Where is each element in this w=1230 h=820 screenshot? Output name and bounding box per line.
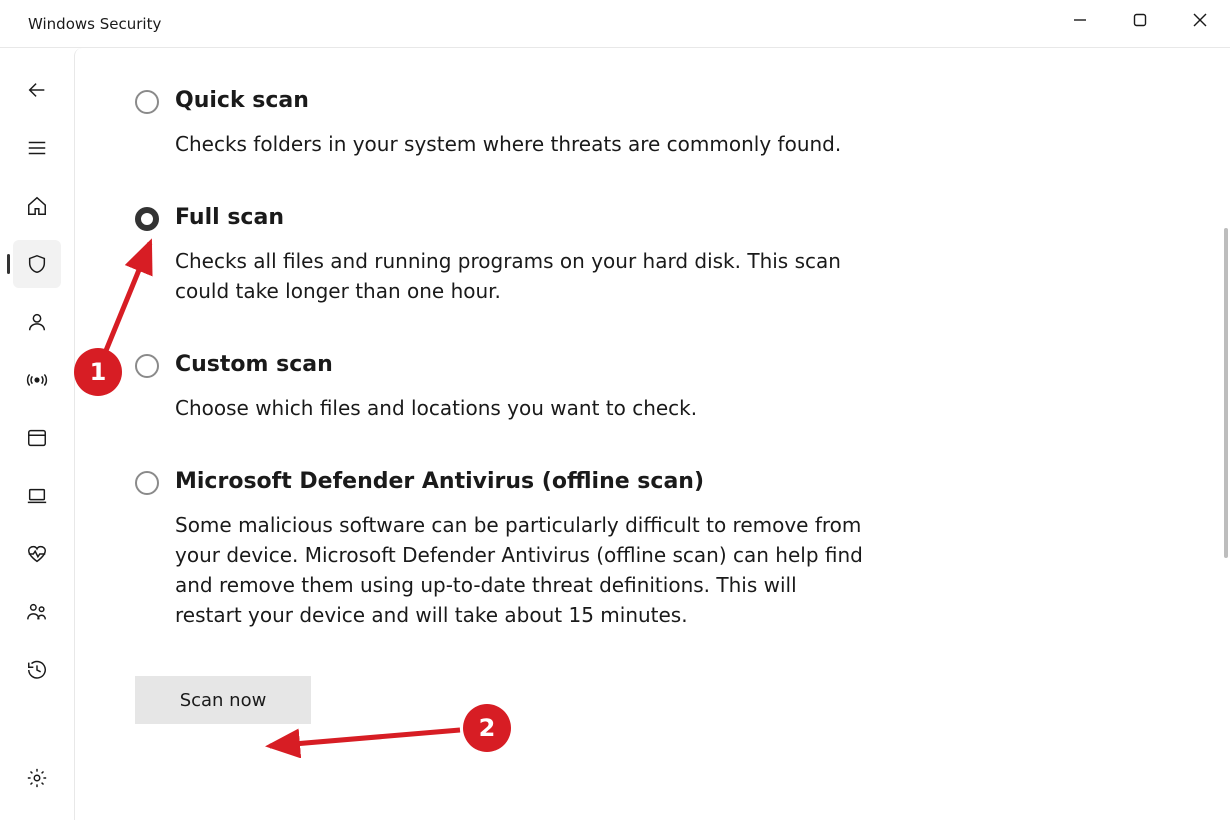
sidebar: [0, 48, 74, 820]
antenna-icon: [26, 369, 48, 391]
sidebar-item-virus-threat-protection[interactable]: [13, 240, 61, 288]
scan-option-title: Microsoft Defender Antivirus (offline sc…: [175, 469, 865, 494]
sidebar-item-home[interactable]: [13, 182, 61, 230]
scan-option-title: Full scan: [175, 205, 865, 230]
scan-option-custom[interactable]: Custom scan Choose which files and locat…: [135, 352, 865, 423]
scan-options: Quick scan Checks folders in your system…: [75, 48, 865, 724]
annotation-badge-1: 1: [74, 348, 122, 396]
history-icon: [26, 659, 48, 681]
scan-option-description: Checks folders in your system where thre…: [175, 129, 865, 159]
close-button[interactable]: [1170, 0, 1230, 40]
heart-icon: [26, 543, 48, 565]
sidebar-item-protection-history[interactable]: [13, 646, 61, 694]
sidebar-item-device-performance-health[interactable]: [13, 530, 61, 578]
sidebar-item-account-protection[interactable]: [13, 298, 61, 346]
scan-option-full[interactable]: Full scan Checks all files and running p…: [135, 205, 865, 306]
scan-option-description: Checks all files and running programs on…: [175, 246, 865, 306]
radio-quick-scan[interactable]: [135, 90, 159, 114]
scan-option-description: Choose which files and locations you wan…: [175, 393, 865, 423]
menu-button[interactable]: [13, 124, 61, 172]
title-bar: Windows Security: [0, 0, 1230, 48]
window-title: Windows Security: [28, 15, 161, 33]
scan-option-description: Some malicious software can be particula…: [175, 510, 865, 630]
scan-option-offline[interactable]: Microsoft Defender Antivirus (offline sc…: [135, 469, 865, 630]
back-button[interactable]: [13, 66, 61, 114]
scan-now-button[interactable]: Scan now: [135, 676, 311, 724]
window-icon: [26, 427, 48, 449]
minimize-button[interactable]: [1050, 0, 1110, 40]
shield-icon: [26, 253, 48, 275]
laptop-icon: [26, 485, 48, 507]
app-body: Quick scan Checks folders in your system…: [0, 48, 1230, 820]
sidebar-item-app-browser-control[interactable]: [13, 414, 61, 462]
arrow-left-icon: [26, 79, 48, 101]
hamburger-icon: [26, 137, 48, 159]
annotation-arrow-1: [95, 223, 175, 363]
sidebar-item-device-security[interactable]: [13, 472, 61, 520]
sidebar-item-firewall-network-protection[interactable]: [13, 356, 61, 404]
maximize-button[interactable]: [1110, 0, 1170, 40]
scrollbar[interactable]: [1224, 228, 1228, 558]
family-icon: [26, 601, 48, 623]
person-icon: [26, 311, 48, 333]
annotation-arrow-2: [255, 718, 475, 758]
window-controls: [1050, 0, 1230, 47]
annotation-badge-2: 2: [463, 704, 511, 752]
content-panel: Quick scan Checks folders in your system…: [74, 48, 1230, 820]
sidebar-item-family-options[interactable]: [13, 588, 61, 636]
scan-option-quick[interactable]: Quick scan Checks folders in your system…: [135, 88, 865, 159]
gear-icon: [26, 767, 48, 789]
home-icon: [26, 195, 48, 217]
scan-option-title: Quick scan: [175, 88, 865, 113]
settings-button[interactable]: [13, 754, 61, 802]
radio-offline-scan[interactable]: [135, 471, 159, 495]
scan-option-title: Custom scan: [175, 352, 865, 377]
